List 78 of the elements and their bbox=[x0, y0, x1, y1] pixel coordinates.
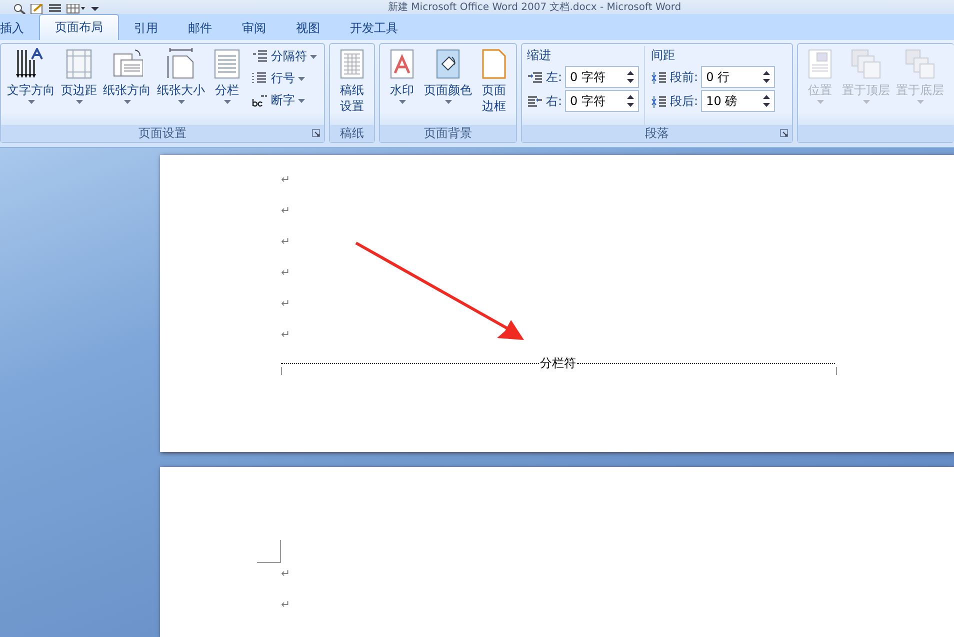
dropdown-arrow-icon bbox=[862, 100, 870, 104]
spin-field[interactable]: 10 磅 bbox=[701, 90, 776, 112]
section-label: 缩进 bbox=[527, 47, 552, 64]
spin-arrows-icon bbox=[627, 70, 634, 84]
group-label: 页面背景 bbox=[424, 125, 472, 142]
dropdown-arrow-icon bbox=[310, 54, 317, 58]
paragraph-mark: ↵ bbox=[281, 297, 292, 312]
hyphen-text-icon bbox=[252, 94, 268, 107]
dropdown-arrow-icon bbox=[298, 98, 305, 102]
ribbon-button[interactable]: 行号 bbox=[252, 69, 317, 88]
field-label: 段后: bbox=[670, 92, 698, 110]
ribbon-button[interactable]: 稿纸 设置 bbox=[333, 46, 371, 125]
ribbon-tab[interactable]: 页面布局 bbox=[39, 14, 119, 40]
ribbon-tab[interactable]: 插入 bbox=[0, 16, 39, 40]
ribbon-tab[interactable]: 邮件 bbox=[173, 16, 227, 40]
spin-field[interactable]: 0 字符 bbox=[565, 90, 640, 112]
table-icon bbox=[66, 4, 86, 14]
dropdown-arrow-icon bbox=[816, 100, 824, 104]
notepad-icon bbox=[30, 4, 44, 14]
paragraph-mark: ↵ bbox=[281, 173, 292, 188]
ribbon-button[interactable]: 断字 bbox=[252, 91, 317, 110]
spin-arrows-icon bbox=[763, 94, 770, 108]
margin-corner-mark bbox=[836, 367, 837, 375]
dropdown-arrow-icon bbox=[398, 100, 406, 104]
dropdown-arrow-icon bbox=[124, 100, 130, 104]
ribbon-button[interactable]: 分隔符 bbox=[252, 47, 317, 66]
indent-icon bbox=[527, 94, 543, 108]
break-lines-icon bbox=[252, 50, 268, 63]
dropdown-arrow-icon bbox=[76, 100, 82, 104]
ribbon-button[interactable]: 水印 bbox=[383, 46, 421, 125]
spin-field[interactable]: 0 字符 bbox=[565, 66, 640, 88]
paragraph-mark: ↵ bbox=[281, 266, 292, 281]
section-label: 间距 bbox=[651, 47, 676, 64]
paragraph-mark: ↵ bbox=[281, 567, 292, 582]
margin-corner-mark bbox=[281, 367, 282, 375]
spin-arrows-icon bbox=[763, 70, 770, 84]
ribbon-button[interactable]: 分栏 bbox=[208, 46, 246, 125]
stacked-squares-icon bbox=[904, 48, 936, 80]
paragraph-mark: ↵ bbox=[281, 204, 292, 219]
ribbon-button[interactable]: 文字方向 bbox=[4, 46, 58, 125]
ribbon-button[interactable]: 页边距 bbox=[58, 46, 100, 125]
ribbon-button[interactable]: 纸张方向 bbox=[100, 46, 154, 125]
dropdown-arrow-icon bbox=[224, 100, 230, 104]
dialog-launcher-icon[interactable] bbox=[780, 129, 788, 137]
dropdown-arrow-icon bbox=[444, 100, 452, 104]
ribbon-tab[interactable]: 开发工具 bbox=[335, 16, 413, 40]
lines-icon bbox=[48, 4, 62, 14]
margin-corner-mark bbox=[257, 540, 281, 563]
field-label: 右: bbox=[546, 92, 562, 110]
field-label: 左: bbox=[546, 68, 562, 86]
indent-icon bbox=[651, 70, 668, 84]
dropdown-arrow-icon bbox=[298, 76, 305, 80]
dialog-launcher-icon[interactable] bbox=[312, 129, 320, 137]
group-label: 段落 bbox=[645, 125, 669, 142]
ribbon-button[interactable]: 页面 边框 bbox=[475, 46, 513, 125]
dropdown-arrow-icon bbox=[916, 100, 924, 104]
column-break-label: 分栏符 bbox=[539, 354, 577, 372]
paragraph-mark: ↵ bbox=[281, 598, 292, 613]
dropdown-arrow-icon bbox=[28, 100, 34, 104]
spin-arrows-icon bbox=[627, 94, 634, 108]
ribbon-tab[interactable]: 审阅 bbox=[227, 16, 281, 40]
ribbon-tab[interactable]: 引用 bbox=[119, 16, 173, 40]
magnifier-icon bbox=[12, 4, 26, 14]
paragraph-mark: ↵ bbox=[281, 328, 292, 343]
spin-field[interactable]: 0 行 bbox=[701, 66, 776, 88]
paragraph-mark: ↵ bbox=[281, 235, 292, 250]
indent-icon bbox=[651, 94, 668, 108]
numbered-lines-icon bbox=[252, 72, 268, 85]
ribbon-button[interactable]: 纸张大小 bbox=[154, 46, 208, 125]
ribbon-tab[interactable]: 视图 bbox=[281, 16, 335, 40]
group-label: 页面设置 bbox=[138, 125, 186, 142]
window-title: 新建 Microsoft Office Word 2007 文档.docx - Microsoft Word bbox=[388, 1, 682, 14]
dropdown-arrow-icon bbox=[178, 100, 184, 104]
field-label: 段前: bbox=[670, 68, 698, 86]
stacked-squares-icon bbox=[850, 48, 882, 80]
ribbon-button[interactable]: 页面颜色 bbox=[421, 46, 475, 125]
indent-icon bbox=[527, 70, 543, 84]
group-label: 稿纸 bbox=[340, 125, 364, 142]
